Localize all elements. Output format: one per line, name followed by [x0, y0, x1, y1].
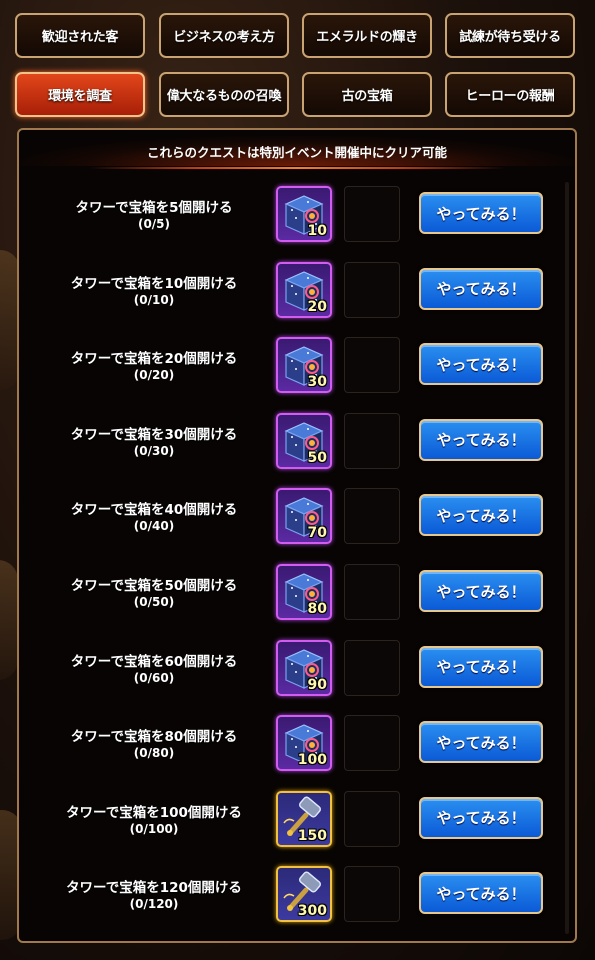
- quest-row: タワーで宝箱を50個開ける (0/50) 80 やってみる！: [19, 560, 559, 635]
- tab-label: 偉大なるものの召喚: [166, 89, 282, 104]
- quest-row: タワーで宝箱を120個開ける (0/120) 300 やってみる！: [19, 862, 559, 937]
- empty-reward-slot: [344, 715, 400, 772]
- quest-progress: (0/80): [133, 746, 175, 761]
- reward-count: 50: [307, 449, 327, 466]
- quest-title: タワーで宝箱を60個開ける: [70, 653, 238, 670]
- reward-slot[interactable]: 90: [276, 639, 332, 696]
- tab-business-mindset[interactable]: ビジネスの考え方: [159, 13, 289, 58]
- try-button[interactable]: やってみる！: [419, 721, 543, 764]
- quest-title: タワーで宝箱を100個開ける: [66, 804, 242, 821]
- quest-title: タワーで宝箱を80個開ける: [70, 729, 238, 746]
- quest-title: タワーで宝箱を20個開ける: [70, 351, 238, 368]
- quest-progress: (0/60): [133, 670, 175, 685]
- reward-count: 80: [307, 601, 327, 617]
- tab-hero-reward[interactable]: ヒーローの報酬: [445, 72, 575, 117]
- reward-slot[interactable]: 70: [276, 488, 332, 545]
- empty-reward-slot: [344, 488, 400, 545]
- quest-title: タワーで宝箱を10個開ける: [70, 275, 238, 292]
- banner-text: これらのクエストは特別イベント開催中にクリア可能: [146, 144, 447, 160]
- quest-title: タワーで宝箱を30個開ける: [70, 426, 238, 443]
- reward-count: 20: [307, 298, 327, 315]
- tab-emerald-shine[interactable]: エメラルドの輝き: [302, 13, 432, 58]
- try-button[interactable]: やってみる！: [419, 645, 543, 688]
- empty-reward-slot: [344, 639, 400, 696]
- reward-slot[interactable]: 30: [276, 337, 332, 394]
- tab-label: エメラルドの輝き: [316, 30, 418, 45]
- tab-label: 歓迎された客: [41, 30, 119, 45]
- quest-progress: (0/10): [133, 292, 175, 307]
- try-button[interactable]: やってみる！: [419, 192, 543, 234]
- banner-divider: [89, 167, 505, 169]
- quest-title: タワーで宝箱を50個開ける: [70, 578, 238, 594]
- quest-row: タワーで宝箱を10個開ける (0/10) 20 やってみる！: [19, 258, 559, 333]
- reward-count: 70: [307, 525, 327, 542]
- quest-row: タワーで宝箱を80個開ける (0/80) 100 やってみる！: [19, 711, 559, 786]
- quest-title: タワーで宝箱を40個開ける: [70, 502, 238, 519]
- quest-progress: (0/120): [129, 897, 179, 912]
- quest-row: タワーで宝箱を20個開ける (0/20) 30 やってみる！: [19, 333, 559, 408]
- quest-title: タワーで宝箱を120個開ける: [66, 880, 242, 897]
- tab-label: 環境を調査: [48, 89, 112, 104]
- tab-investigate-environment[interactable]: 環境を調査: [15, 72, 145, 117]
- reward-count: 10: [307, 223, 327, 239]
- reward-slot[interactable]: 10: [276, 186, 332, 242]
- reward-count: 90: [307, 676, 327, 693]
- reward-slot[interactable]: 300: [276, 866, 332, 923]
- tab-trials-await[interactable]: 試練が待ち受ける: [445, 13, 575, 58]
- try-button[interactable]: やってみる！: [419, 570, 543, 612]
- tab-label: 試練が待ち受ける: [459, 30, 561, 45]
- try-button[interactable]: やってみる！: [419, 418, 543, 461]
- tab-ancient-chest[interactable]: 古の宝箱: [302, 72, 432, 117]
- quest-row: タワーで宝箱を60個開ける (0/60) 90 やってみる！: [19, 636, 559, 711]
- empty-reward-slot: [344, 337, 400, 394]
- tab-label: ビジネスの考え方: [173, 30, 275, 45]
- empty-reward-slot: [344, 866, 400, 923]
- reward-slot[interactable]: 150: [276, 790, 332, 847]
- quest-title: タワーで宝箱を5個開ける: [75, 200, 233, 216]
- quest-row: タワーで宝箱を30個開ける (0/30) 50 やってみる！: [19, 409, 559, 484]
- quest-progress: (0/5): [137, 217, 171, 231]
- reward-count: 30: [307, 374, 327, 391]
- quest-row: タワーで宝箱を100個開ける (0/100) 150 やってみる！: [19, 787, 559, 862]
- tab-label: ヒーローの報酬: [465, 89, 555, 104]
- reward-count: 300: [297, 903, 327, 920]
- quest-row: タワーで宝箱を5個開ける (0/5) 10 やってみる！: [19, 182, 559, 257]
- quest-panel: これらのクエストは特別イベント開催中にクリア可能 タワーで宝箱を5個開ける (0…: [17, 128, 577, 943]
- empty-reward-slot: [344, 186, 400, 242]
- quest-progress: (0/30): [133, 443, 175, 458]
- empty-reward-slot: [344, 564, 400, 620]
- reward-count: 150: [297, 827, 327, 844]
- quest-progress: (0/100): [129, 821, 179, 836]
- tab-label: 古の宝箱: [341, 89, 393, 104]
- empty-reward-slot: [344, 261, 400, 318]
- quest-progress: (0/20): [133, 368, 175, 383]
- quest-progress: (0/50): [133, 595, 175, 609]
- empty-reward-slot: [344, 790, 400, 847]
- try-button[interactable]: やってみる！: [419, 796, 543, 839]
- scrollbar[interactable]: [565, 182, 569, 934]
- try-button[interactable]: やってみる！: [419, 872, 543, 915]
- quest-row: タワーで宝箱を40個開ける (0/40) 70 やってみる！: [19, 484, 559, 559]
- reward-slot[interactable]: 20: [276, 261, 332, 318]
- reward-slot[interactable]: 80: [276, 564, 332, 620]
- background-decoration: [0, 560, 18, 680]
- empty-reward-slot: [344, 412, 400, 469]
- reward-slot[interactable]: 50: [276, 412, 332, 469]
- quest-progress: (0/40): [133, 519, 175, 534]
- try-button[interactable]: やってみる！: [419, 494, 543, 537]
- tab-welcomed-guest[interactable]: 歓迎された客: [15, 13, 145, 58]
- panel-banner: これらのクエストは特別イベント開催中にクリア可能: [19, 136, 575, 166]
- reward-slot[interactable]: 100: [276, 715, 332, 772]
- reward-count: 100: [297, 752, 327, 769]
- try-button[interactable]: やってみる！: [419, 267, 543, 310]
- tab-summon-great-ones[interactable]: 偉大なるものの召喚: [159, 72, 289, 117]
- try-button[interactable]: やってみる！: [419, 343, 543, 386]
